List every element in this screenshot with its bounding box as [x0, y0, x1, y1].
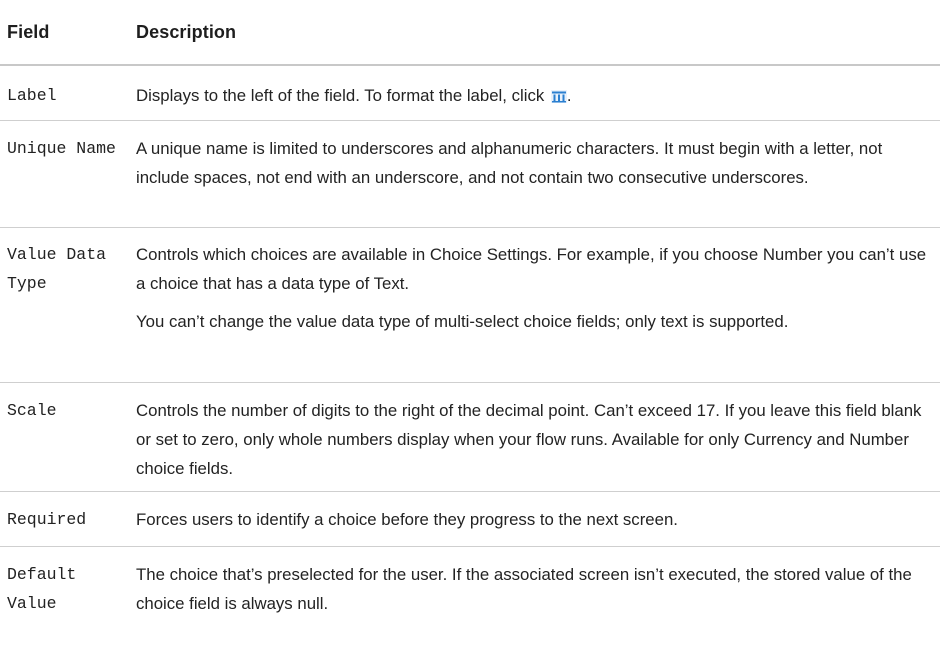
header-description: Description	[126, 0, 940, 66]
field-name: Label	[0, 65, 126, 121]
table-row: Scale Controls the number of digits to t…	[0, 382, 940, 492]
field-description-table: Field Description Label Displays to the …	[0, 0, 940, 618]
field-description: Displays to the left of the field. To fo…	[126, 65, 940, 121]
table-row: Unique Name A unique name is limited to …	[0, 120, 940, 228]
field-name: Value Data Type	[0, 227, 126, 383]
field-description: Forces users to identify a choice before…	[126, 491, 940, 547]
description-text-end: .	[566, 86, 572, 105]
table-row: Label Displays to the left of the field.…	[0, 65, 940, 121]
field-name: Default Value	[7, 564, 77, 613]
format-text-icon[interactable]	[550, 83, 567, 103]
field-name: Scale	[0, 382, 126, 492]
description-paragraph: Forces users to identify a choice before…	[136, 509, 678, 529]
table-row: Required Forces users to identify a choi…	[0, 491, 940, 547]
header-field: Field	[0, 0, 126, 66]
table-header: Field Description	[0, 0, 940, 66]
description-paragraph: The choice that’s preselected for the us…	[136, 564, 912, 613]
field-description: Controls the number of digits to the rig…	[126, 382, 940, 492]
header-row: Field Description	[0, 0, 940, 66]
field-description: A unique name is limited to underscores …	[126, 120, 940, 228]
description-paragraph: Displays to the left of the field. To fo…	[136, 81, 936, 110]
field-description: Controls which choices are available in …	[126, 227, 940, 383]
table-row: Default Value The choice that’s preselec…	[0, 546, 940, 618]
field-name: Unique Name	[0, 120, 126, 228]
description-paragraph: Controls which choices are available in …	[136, 244, 927, 293]
field-description: The choice that’s preselected for the us…	[126, 546, 940, 618]
field-name: Required	[0, 491, 126, 547]
description-paragraph: You can’t change the value data type of …	[136, 311, 789, 331]
description-paragraph: Controls the number of digits to the rig…	[136, 400, 922, 478]
description-text: Displays to the left of the field. To fo…	[136, 86, 549, 105]
description-paragraph: A unique name is limited to underscores …	[136, 138, 883, 187]
table-row: Value Data Type Controls which choices a…	[0, 227, 940, 383]
